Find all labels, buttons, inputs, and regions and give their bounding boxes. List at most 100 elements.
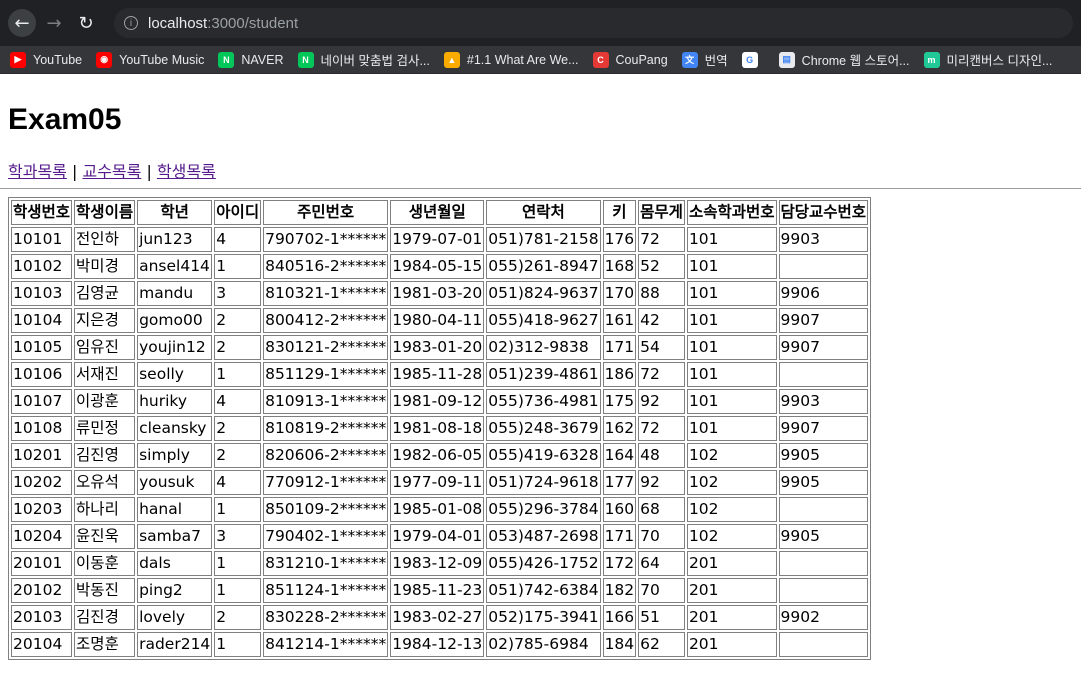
bookmark-label: #1.1 What Are We... xyxy=(466,52,579,67)
bookmark-item[interactable]: G xyxy=(741,51,765,68)
link-professors[interactable]: 교수목록 xyxy=(82,162,141,181)
table-cell: 3 xyxy=(214,524,262,549)
url-path: :3000/student xyxy=(207,14,299,32)
table-cell: 1980-04-11 xyxy=(390,308,485,333)
table-cell: 851124-1****** xyxy=(263,578,389,603)
forward-button[interactable]: → xyxy=(40,9,68,37)
table-row: 10204 윤진욱 samba7 3 790402-1****** 1979-04-01 0… xyxy=(11,524,869,549)
table-cell: 101 xyxy=(686,335,777,360)
back-button[interactable]: ← xyxy=(8,9,36,37)
bookmark-item[interactable]: N 네이버 맞춤법 검사... xyxy=(297,50,430,69)
table-row: 20102 박동진 ping2 1 851124-1****** 1985-11-23 05… xyxy=(11,578,869,603)
arrow-left-icon: ← xyxy=(14,12,30,34)
table-row: 20101 이동훈 dals 1 831210-1****** 1983-12-09 055… xyxy=(11,551,869,576)
table-cell: simply xyxy=(137,443,213,468)
table-cell: 201 xyxy=(686,632,777,657)
table-cell: 10101 xyxy=(11,227,73,252)
column-header: 학생번호 xyxy=(11,200,73,225)
table-cell xyxy=(778,578,869,603)
column-header: 키 xyxy=(602,200,637,225)
table-cell: 1 xyxy=(214,254,262,279)
table-cell: 1983-01-20 xyxy=(390,335,485,360)
bookmark-item[interactable]: ◉ YouTube Music xyxy=(96,51,205,68)
table-cell: 1983-12-09 xyxy=(390,551,485,576)
table-cell: 68 xyxy=(638,497,685,522)
table-cell xyxy=(778,632,869,657)
table-cell: lovely xyxy=(137,605,213,630)
table-cell: gomo00 xyxy=(137,308,213,333)
table-cell: 2 xyxy=(214,605,262,630)
table-cell: 20102 xyxy=(11,578,73,603)
table-cell: 830121-2****** xyxy=(263,335,389,360)
bookmark-item[interactable]: C CouPang xyxy=(592,51,668,68)
link-departments[interactable]: 학과목록 xyxy=(8,162,67,181)
table-cell: 1984-05-15 xyxy=(390,254,485,279)
table-cell: 841214-1****** xyxy=(263,632,389,657)
reload-button[interactable]: ↻ xyxy=(72,9,100,37)
table-cell: 101 xyxy=(686,362,777,387)
table-cell: 1977-09-11 xyxy=(390,470,485,495)
table-cell: 4 xyxy=(214,227,262,252)
table-cell: 850109-2****** xyxy=(263,497,389,522)
bookmark-item[interactable]: ▲ #1.1 What Are We... xyxy=(443,51,579,68)
table-body: 10101 전인하 jun123 4 790702-1****** 1979-07-01 0… xyxy=(11,227,869,657)
link-students[interactable]: 학생목록 xyxy=(157,162,216,181)
table-row: 10103 김영균 mandu 3 810321-1****** 1981-03-20 05… xyxy=(11,281,869,306)
table-cell: 9903 xyxy=(778,227,869,252)
table-cell: 1984-12-13 xyxy=(390,632,485,657)
table-cell: 42 xyxy=(638,308,685,333)
table-cell: 조명훈 xyxy=(74,632,136,657)
bookmark-item[interactable]: 文 번역 xyxy=(681,50,728,69)
table-cell: 1985-11-28 xyxy=(390,362,485,387)
table-cell: 101 xyxy=(686,254,777,279)
google-icon: G xyxy=(741,51,758,68)
page-content: Exam05 학과목록 | 교수목록 | 학생목록 학생번호 학생이름 학년 아이디 주… xyxy=(0,103,1081,660)
table-cell: 52 xyxy=(638,254,685,279)
column-header: 담당교수번호 xyxy=(778,200,869,225)
table-cell: 055)419-6328 xyxy=(486,443,601,468)
table-cell: 20104 xyxy=(11,632,73,657)
link-separator: | xyxy=(146,162,152,181)
table-cell: jun123 xyxy=(137,227,213,252)
table-cell: 053)487-2698 xyxy=(486,524,601,549)
table-cell: 184 xyxy=(602,632,637,657)
info-icon[interactable]: i xyxy=(124,16,138,30)
table-cell: 전인하 xyxy=(74,227,136,252)
bookmark-item[interactable]: ▶ YouTube xyxy=(10,51,82,68)
table-cell: 172 xyxy=(602,551,637,576)
table-cell: 9907 xyxy=(778,335,869,360)
table-cell: 10105 xyxy=(11,335,73,360)
table-cell: cleansky xyxy=(137,416,213,441)
table-cell: ansel414 xyxy=(137,254,213,279)
table-cell: rader214 xyxy=(137,632,213,657)
table-cell: 3 xyxy=(214,281,262,306)
link-separator: | xyxy=(71,162,78,181)
table-cell: 1981-09-12 xyxy=(390,389,485,414)
table-cell: 101 xyxy=(686,389,777,414)
bookmark-item[interactable]: ▤ Chrome 웹 스토어... xyxy=(778,50,910,69)
table-header-row: 학생번호 학생이름 학년 아이디 주민번호 생년월일 연락처 키 몸무게 소속학과번호 담당교수번호 xyxy=(11,200,869,225)
bookmark-item[interactable]: N NAVER xyxy=(218,51,284,68)
table-cell: 175 xyxy=(602,389,637,414)
bookmarks-bar: ▶ YouTube ◉ YouTube Music N NAVER N 네이버 맞춤법 검사.… xyxy=(0,46,1081,74)
table-cell: 20101 xyxy=(11,551,73,576)
table-cell: yousuk xyxy=(137,470,213,495)
table-cell: 9905 xyxy=(778,470,869,495)
table-cell: 171 xyxy=(602,524,637,549)
table-cell: 1982-06-05 xyxy=(390,443,485,468)
table-cell xyxy=(778,497,869,522)
table-cell: 10204 xyxy=(11,524,73,549)
bookmark-label: 네이버 맞춤법 검사... xyxy=(320,54,430,68)
youtube-icon: ▶ xyxy=(10,51,26,68)
table-cell: 10201 xyxy=(11,443,73,468)
bookmark-item[interactable]: m 미리캔버스 디자인... xyxy=(923,50,1052,69)
table-cell: 2 xyxy=(214,416,262,441)
table-cell: 4 xyxy=(214,470,262,495)
column-header: 소속학과번호 xyxy=(686,200,777,225)
bookmark-label: YouTube Music xyxy=(119,52,205,67)
address-bar[interactable]: i localhost:3000/student xyxy=(114,8,1073,38)
table-cell: 168 xyxy=(602,254,637,279)
table-cell: 162 xyxy=(602,416,637,441)
table-cell: 62 xyxy=(638,632,685,657)
table-cell: 1981-08-18 xyxy=(390,416,485,441)
